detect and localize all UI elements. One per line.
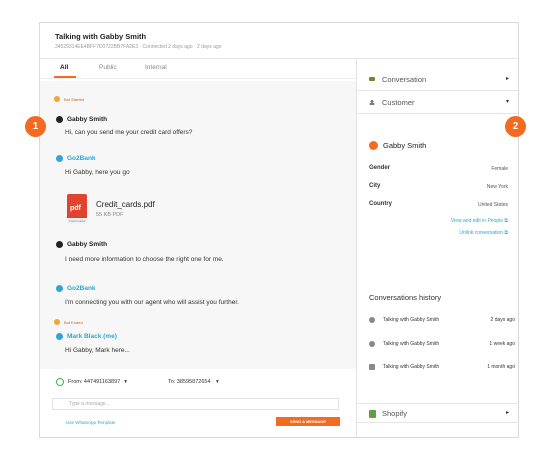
chevron-down-icon: ▾	[505, 99, 509, 105]
conversation-window: Talking with Gabby Smith 34529314EE4BFF7…	[39, 22, 519, 438]
message-square-icon	[369, 364, 375, 370]
chevron-right-icon: ▸	[505, 76, 509, 82]
attachment-meta: 55 KB PDF	[96, 212, 124, 218]
from-number-select[interactable]: From: 447491163897 ▾	[56, 378, 127, 386]
chevron-down-icon: ▾	[216, 379, 219, 385]
message-author: Gabby Smith	[56, 241, 107, 248]
field-label-gender: Gender	[369, 165, 391, 171]
bot-icon	[54, 319, 60, 325]
whatsapp-icon	[56, 241, 63, 248]
person-icon	[369, 100, 375, 105]
avatar	[369, 141, 378, 150]
customer-section-toggle[interactable]: Customer ▾	[357, 91, 519, 114]
field-value-city: New York	[486, 184, 508, 190]
whatsapp-template-link[interactable]: Use WhatsApp Template	[66, 420, 115, 425]
tab-bar: All Public Internal	[40, 59, 356, 79]
chat-bubble-icon	[369, 77, 375, 81]
field-value-country: United States	[477, 202, 508, 208]
message-text: I'm connecting you with our agent who wi…	[65, 299, 239, 306]
tab-public[interactable]: Public	[99, 64, 117, 71]
to-number-select[interactable]: To: 38595872654 ▾	[168, 379, 219, 385]
view-in-people-link[interactable]: View and edit in People ⧉	[451, 218, 508, 224]
field-label-city: City	[369, 183, 381, 189]
field-value-gender: Female	[491, 166, 508, 172]
message-text: Hi Gabby, Mark here...	[65, 347, 130, 354]
callout-badge-1: 1	[25, 116, 46, 137]
bot-started-marker: Bot Started	[54, 96, 84, 102]
message-author: Go2Bank	[56, 285, 96, 292]
chevron-down-icon: ▾	[124, 379, 127, 385]
pdf-file-icon: pdf Credit Cards	[67, 194, 87, 224]
unlink-conversation-link[interactable]: Unlink conversation ⧉	[459, 230, 508, 236]
conversation-section-toggle[interactable]: Conversation ▸	[357, 68, 519, 91]
shopify-section-toggle[interactable]: Shopify ▸	[357, 403, 519, 423]
message-list[interactable]: Bot Started Gabby Smith Hi, can you send…	[40, 81, 356, 369]
send-message-button[interactable]: SEND A MESSAGE	[276, 417, 340, 426]
message-input[interactable]: Type a message...	[52, 398, 339, 410]
callout-badge-2: 2	[505, 116, 526, 137]
active-tab-indicator	[54, 76, 76, 78]
chat-bubble-icon	[369, 341, 375, 347]
message-text: Hi, can you send me your credit card off…	[65, 129, 193, 136]
attachment-name[interactable]: Credit_cards.pdf	[96, 200, 155, 209]
agent-icon	[56, 333, 63, 340]
tab-internal[interactable]: Internal	[145, 64, 167, 71]
bank-icon	[56, 155, 63, 162]
conversation-subtitle: 34529314EE4BFF7D0722BB7FA2E3 · Connected…	[55, 44, 222, 50]
history-title: Conversations history	[369, 293, 442, 302]
whatsapp-icon	[56, 116, 63, 123]
bot-icon	[54, 96, 60, 102]
field-label-country: Country	[369, 201, 392, 207]
conversation-title: Talking with Gabby Smith	[55, 32, 147, 41]
conversation-header: Talking with Gabby Smith 34529314EE4BFF7…	[40, 23, 518, 59]
message-author: Mark Black (me)	[56, 333, 117, 340]
whatsapp-icon	[369, 317, 375, 323]
bot-ended-marker: Bot Ended	[54, 319, 83, 325]
message-text: Hi Gabby, here you go	[65, 169, 130, 176]
message-author: Gabby Smith	[56, 116, 107, 123]
shopify-icon	[369, 410, 376, 418]
message-composer: From: 447491163897 ▾ To: 38595872654 ▾ T…	[40, 369, 356, 437]
pdf-attachment[interactable]: pdf Credit Cards Credit_cards.pdf 55 KB …	[67, 194, 187, 228]
chat-panel: All Public Internal Bot Started Gabby Sm…	[40, 59, 356, 437]
tab-all[interactable]: All	[60, 64, 68, 71]
customer-name: Gabby Smith	[369, 141, 426, 150]
message-text: I need more information to choose the ri…	[65, 256, 224, 263]
whatsapp-icon	[56, 378, 64, 386]
chevron-right-icon: ▸	[505, 410, 509, 416]
message-author: Go2Bank	[56, 155, 96, 162]
details-sidebar: Conversation ▸ Customer ▾ Gabby Smith Ge…	[356, 59, 519, 437]
bank-icon	[56, 285, 63, 292]
